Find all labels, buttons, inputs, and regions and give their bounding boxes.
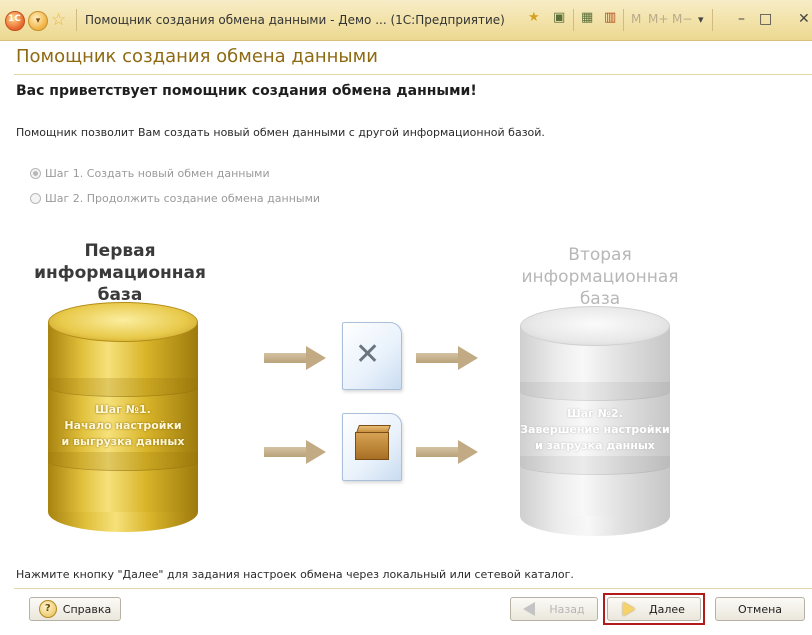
star-icon[interactable]: ☆ bbox=[51, 10, 66, 30]
second-db-title-line: Вторая bbox=[568, 245, 632, 265]
favorites-add-icon[interactable]: ★ bbox=[528, 10, 540, 25]
title-bar: 1С ▾ ☆ Помощник создания обмена данными … bbox=[0, 0, 812, 41]
chevron-down-icon[interactable]: ▾ bbox=[28, 11, 48, 31]
arrow-right-icon bbox=[416, 346, 478, 370]
close-icon[interactable]: ✕ bbox=[798, 11, 810, 27]
divider bbox=[14, 588, 812, 589]
step-2-radio[interactable]: Шаг 2. Продолжить создание обмена данным… bbox=[30, 192, 320, 205]
divider bbox=[14, 74, 812, 75]
menu-down-icon[interactable]: ▾ bbox=[698, 13, 704, 26]
step-2-label: Шаг 2. Продолжить создание обмена данным… bbox=[45, 192, 321, 205]
cylinder-band bbox=[520, 382, 670, 401]
memory-button-m-plus[interactable]: M+ bbox=[648, 12, 668, 26]
second-db-caption-line: Завершение настройки bbox=[520, 423, 670, 436]
next-button-label: Далее bbox=[649, 602, 685, 616]
cancel-button[interactable]: Отмена bbox=[715, 597, 805, 621]
divider bbox=[623, 9, 624, 31]
package-document-icon bbox=[342, 413, 402, 481]
first-db-title-line: информационная bbox=[34, 263, 206, 283]
divider bbox=[573, 9, 574, 31]
first-db-title: Первая информационная база bbox=[30, 240, 210, 306]
next-arrow-icon bbox=[623, 602, 636, 616]
cylinder-band bbox=[48, 378, 198, 397]
maximize-icon[interactable]: □ bbox=[759, 11, 772, 27]
radio-selected-icon bbox=[30, 168, 41, 179]
tools-icon: ✕ bbox=[355, 337, 381, 372]
cylinder-top bbox=[48, 302, 198, 342]
first-db-title-line: Первая bbox=[84, 241, 156, 261]
bookmark-icon[interactable]: ▣ bbox=[553, 10, 565, 25]
second-db-caption-line: Шаг №2. bbox=[567, 407, 623, 420]
back-button[interactable]: Назад bbox=[510, 597, 598, 621]
app-logo-icon[interactable]: 1С bbox=[5, 11, 25, 31]
second-db-caption-line: и загрузка данных bbox=[535, 439, 655, 452]
memory-button-m-minus[interactable]: M− bbox=[672, 12, 692, 26]
radio-unselected-icon bbox=[30, 193, 41, 204]
app-logo-text: 1С bbox=[8, 14, 21, 24]
calendar-icon[interactable]: ▥ bbox=[604, 10, 616, 25]
welcome-heading: Вас приветствует помощник создания обмен… bbox=[16, 83, 477, 99]
help-button[interactable]: ? Справка bbox=[29, 597, 121, 621]
second-db-title: Вторая информационная база bbox=[510, 244, 690, 310]
first-db-caption-line: Начало настройки bbox=[64, 419, 182, 432]
divider bbox=[712, 9, 713, 31]
first-database-icon: Шаг №1. Начало настройки и выгрузка данн… bbox=[48, 302, 198, 532]
cylinder-band bbox=[48, 452, 198, 471]
minimize-icon[interactable]: – bbox=[738, 11, 745, 27]
page-title: Помощник создания обмена данными bbox=[16, 46, 378, 67]
description-text: Помощник позволит Вам создать новый обме… bbox=[16, 126, 545, 139]
first-db-caption-line: и выгрузка данных bbox=[61, 435, 185, 448]
help-icon: ? bbox=[38, 600, 57, 618]
arrow-right-icon bbox=[264, 346, 326, 370]
next-button[interactable]: Далее bbox=[607, 597, 701, 621]
arrow-right-icon bbox=[264, 440, 326, 464]
step-1-label: Шаг 1. Создать новый обмен данными bbox=[45, 167, 270, 180]
help-button-label: Справка bbox=[62, 602, 112, 616]
package-icon bbox=[355, 432, 389, 460]
first-db-caption-line: Шаг №1. bbox=[95, 403, 151, 416]
second-db-caption: Шаг №2. Завершение настройки и загрузка … bbox=[520, 406, 670, 454]
first-db-caption: Шаг №1. Начало настройки и выгрузка данн… bbox=[48, 402, 198, 450]
hint-text: Нажмите кнопку "Далее" для задания настр… bbox=[16, 568, 574, 581]
cylinder-band bbox=[520, 456, 670, 475]
calculator-icon[interactable]: ▦ bbox=[581, 10, 593, 25]
cancel-button-label: Отмена bbox=[737, 602, 783, 616]
back-arrow-icon bbox=[523, 602, 536, 616]
second-db-title-line: информационная bbox=[521, 267, 679, 287]
step-1-radio[interactable]: Шаг 1. Создать новый обмен данными bbox=[30, 167, 270, 180]
second-database-icon: Шаг №2. Завершение настройки и загрузка … bbox=[520, 306, 670, 536]
window-title: Помощник создания обмена данными - Демо … bbox=[85, 13, 505, 27]
settings-document-icon: ✕ bbox=[342, 322, 402, 390]
back-button-label: Назад bbox=[549, 602, 585, 616]
arrow-right-icon bbox=[416, 440, 478, 464]
divider bbox=[76, 9, 77, 31]
cylinder-top bbox=[520, 306, 670, 346]
memory-button-m[interactable]: M bbox=[631, 12, 641, 26]
